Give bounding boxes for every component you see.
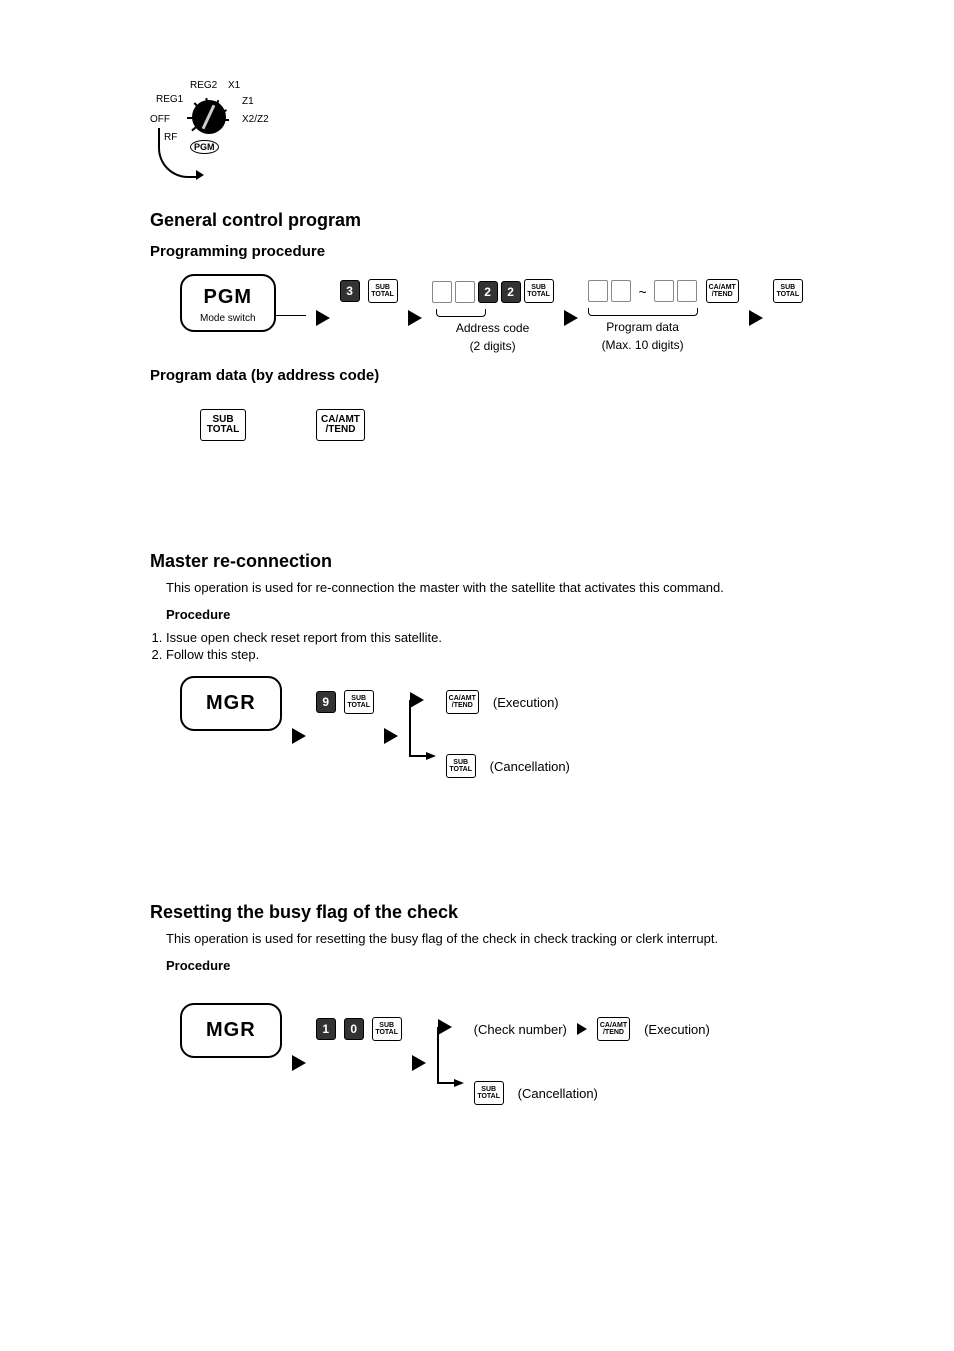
key-caamt-tend: CA/AMT/TEND	[706, 279, 739, 303]
key-subtotal: SUBTOTAL	[368, 279, 398, 303]
arrow-icon	[577, 1023, 587, 1035]
arrow-icon	[292, 728, 306, 744]
section2-desc: This operation is used for re-connection…	[166, 580, 804, 595]
branch-cancellation: SUBTOTAL (Cancellation)	[446, 754, 570, 778]
dial-pos-x2z2: X2/Z2	[242, 114, 269, 125]
prog-sub: (Max. 10 digits)	[602, 338, 684, 352]
exec-label: (Execution)	[493, 695, 559, 710]
dial-pos-reg2: REG2	[190, 80, 217, 91]
key-3: 3	[340, 280, 360, 302]
standalone-keys: SUBTOTAL CA/AMT/TEND	[200, 404, 804, 441]
key-caamt-tend: CA/AMT/TEND	[446, 690, 479, 714]
section3-proc-heading: Procedure	[166, 958, 804, 973]
step-1: Issue open check reset report from this …	[166, 630, 804, 645]
arrow-icon	[316, 310, 330, 326]
mgr-flow-reconnect: MGR 9 SUBTOTAL CA/AMT/TEND (Execution) S…	[180, 676, 804, 778]
input-blank	[654, 280, 674, 302]
arrow-icon	[408, 310, 422, 326]
dial-pos-off: OFF	[150, 114, 170, 125]
section1-title: General control program	[150, 210, 804, 231]
branch-execution: CA/AMT/TEND (Execution)	[446, 690, 570, 714]
key-caamt-tend: CA/AMT/TEND	[597, 1017, 630, 1041]
key-1: 1	[316, 1018, 336, 1040]
mode-box-mgr: MGR	[180, 1003, 282, 1058]
arrow-icon	[749, 310, 763, 326]
address-code-group: 2 2 SUBTOTAL Address code (2 digits)	[432, 274, 554, 353]
key-subtotal: SUBTOTAL	[773, 279, 803, 303]
key-0: 0	[344, 1018, 364, 1040]
mode-box-sub: Mode switch	[200, 313, 256, 324]
section2-proc-heading: Procedure	[166, 607, 804, 622]
cancel-label: (Cancellation)	[490, 759, 570, 774]
key-subtotal: SUBTOTAL	[344, 690, 374, 714]
section1-subtitle: Programming procedure	[150, 243, 804, 260]
check-number-label: (Check number)	[474, 1022, 567, 1037]
input-blank	[455, 281, 475, 303]
mode-dial: REG2 X1 REG1 Z1 OFF X2/Z2 RF PGM	[150, 80, 290, 190]
key-subtotal: SUBTOTAL	[446, 754, 476, 778]
cancel-label: (Cancellation)	[518, 1086, 598, 1101]
prog-label: Program data	[606, 320, 679, 334]
mode-box-pgm: PGM Mode switch	[180, 274, 276, 332]
tilde: ~	[638, 284, 646, 300]
branch-cancellation: SUBTOTAL (Cancellation)	[474, 1081, 710, 1105]
mode-box-text: MGR	[206, 692, 256, 714]
key-2: 2	[501, 281, 521, 303]
branch-execution: (Check number) CA/AMT/TEND (Execution)	[474, 1017, 710, 1041]
arrow-icon	[292, 1055, 306, 1071]
mode-box-text: MGR	[206, 1019, 256, 1041]
program-data-group: ~ Program data (Max. 10 digits)	[588, 274, 698, 352]
input-blank	[588, 280, 608, 302]
key-9: 9	[316, 691, 336, 713]
mode-box-mgr: MGR	[180, 676, 282, 731]
key-caamt-tend-large: CA/AMT/TEND	[316, 409, 365, 441]
key-subtotal: SUBTOTAL	[372, 1017, 402, 1041]
dial-pos-reg1: REG1	[156, 94, 183, 105]
dial-pos-x1: X1	[228, 80, 240, 91]
key-2: 2	[478, 281, 498, 303]
step-2: Follow this step.	[166, 647, 804, 662]
arrow-icon	[412, 1055, 426, 1071]
key-subtotal: SUBTOTAL	[524, 279, 554, 303]
exec-label: (Execution)	[644, 1022, 710, 1037]
key-subtotal-large: SUBTOTAL	[200, 409, 246, 441]
section2-title: Master re-connection	[150, 551, 804, 572]
arrow-icon	[384, 728, 398, 744]
input-blank	[432, 281, 452, 303]
pgm-flow: PGM Mode switch 3 SUBTOTAL 2 2 SUBTOTAL …	[180, 274, 804, 353]
arrow-icon	[564, 310, 578, 326]
mode-box-text: PGM	[204, 286, 253, 308]
section3-title: Resetting the busy flag of the check	[150, 902, 804, 923]
key-subtotal: SUBTOTAL	[474, 1081, 504, 1105]
dial-pos-z1: Z1	[242, 96, 254, 107]
section1-subtitle2: Program data (by address code)	[150, 367, 804, 384]
branch-split-icon	[408, 676, 438, 766]
input-blank	[677, 280, 697, 302]
addr-label: Address code	[456, 321, 529, 335]
mgr-flow-busy-reset: MGR 1 0 SUBTOTAL (Check number) CA/AMT/T…	[180, 1003, 804, 1105]
section2-steps: Issue open check reset report from this …	[166, 630, 804, 662]
input-blank	[611, 280, 631, 302]
branch-split-icon	[436, 1003, 466, 1093]
addr-sub: (2 digits)	[470, 339, 516, 353]
dial-arrow-icon	[158, 128, 198, 178]
section3-desc: This operation is used for resetting the…	[166, 931, 804, 946]
